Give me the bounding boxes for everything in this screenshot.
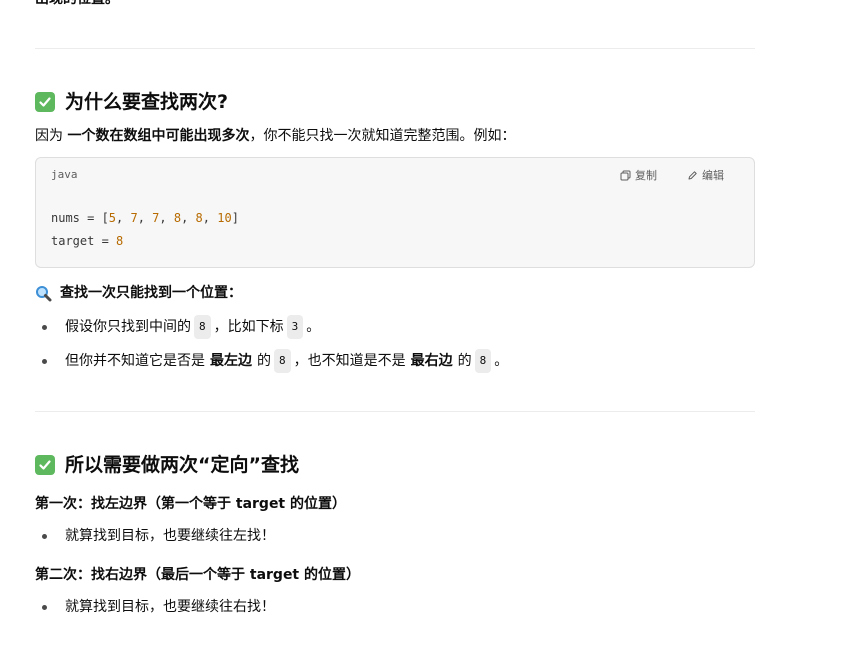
code-num: 5 bbox=[108, 211, 117, 225]
second-search-label: 第二次：找右边界（最后一个等于 target 的位置） bbox=[35, 567, 360, 583]
bullet-text: 就算找到目标，也要继续往左找！ bbox=[65, 528, 275, 544]
edit-button[interactable]: 编辑 bbox=[687, 167, 724, 183]
bullet-text: 假设你只找到中间的 bbox=[65, 319, 191, 335]
bullet-dot bbox=[42, 533, 47, 539]
code-num: 8 bbox=[116, 234, 124, 248]
intro-paragraph: 因为 一个数在数组中可能出现多次，你不能只找一次就知道完整范围。例如： bbox=[35, 125, 515, 147]
heading-text: 为什么要查找两次? bbox=[65, 91, 229, 113]
bullet-bold: 最右边 bbox=[410, 353, 453, 369]
code-target-var: target = bbox=[51, 234, 117, 248]
section-heading-why-twice: 为什么要查找两次? bbox=[35, 89, 228, 115]
divider bbox=[35, 48, 755, 49]
code-line-1: nums = [5, 7, 7, 8, 8, 10] bbox=[51, 211, 239, 225]
section-heading-two-directed-searches: 所以需要做两次“定向”查找 bbox=[35, 452, 299, 478]
inline-code: 8 bbox=[474, 349, 492, 373]
cut-off-text: 出现的位置。 bbox=[35, 0, 119, 10]
check-mark-icon bbox=[35, 455, 55, 475]
bullet-text: 但你并不知道它是否是 bbox=[65, 353, 205, 369]
bullet-text: 的 bbox=[457, 353, 472, 369]
bullet-text: 。 bbox=[306, 319, 321, 335]
code-num: 7 bbox=[152, 211, 160, 225]
magnifying-glass-icon bbox=[36, 285, 52, 301]
edit-label: 编辑 bbox=[702, 169, 724, 182]
code-language-label: java bbox=[51, 168, 78, 181]
bullet-dot bbox=[42, 358, 47, 364]
check-mark-icon bbox=[35, 92, 55, 112]
code-line-2: target = 8 bbox=[51, 232, 123, 250]
bullet-text: 就算找到目标，也要继续往右找！ bbox=[65, 599, 275, 615]
inline-code: 8 bbox=[194, 315, 211, 339]
code-num: 7 bbox=[130, 211, 138, 225]
divider bbox=[35, 411, 755, 412]
bullet-text: 。 bbox=[494, 353, 509, 369]
list-item: 就算找到目标，也要继续往左找！ bbox=[42, 525, 275, 547]
bullet-dot bbox=[42, 604, 47, 610]
inline-code: 8 bbox=[274, 349, 291, 373]
inline-code: 3 bbox=[286, 315, 304, 339]
code-num: 10 bbox=[217, 211, 232, 225]
bullet-dot bbox=[42, 324, 47, 330]
bullet-bold: 最左边 bbox=[210, 353, 252, 369]
code-nums-var: nums = [ bbox=[51, 211, 109, 225]
search-once-text: 查找一次只能找到一个位置： bbox=[60, 285, 242, 301]
bullet-text: ，比如下标 bbox=[213, 319, 284, 335]
first-search-label: 第一次：找左边界（第一个等于 target 的位置） bbox=[35, 496, 346, 512]
copy-button[interactable]: 复制 bbox=[620, 167, 657, 183]
copy-icon bbox=[620, 170, 631, 180]
list-item: 但你并不知道它是否是 最左边 的 8 ，也不知道是不是 最右边 的 8 。 bbox=[42, 349, 508, 373]
intro-suffix: ，你不能只找一次就知道完整范围。例如： bbox=[249, 128, 516, 144]
heading-text: 所以需要做两次“定向”查找 bbox=[65, 454, 299, 476]
search-once-heading: 查找一次只能找到一个位置： bbox=[35, 282, 242, 304]
code-num: 8 bbox=[173, 211, 182, 225]
bullet-text: 的 bbox=[257, 353, 271, 369]
list-item: 就算找到目标，也要继续往右找！ bbox=[42, 596, 275, 618]
code-block: java 复制 编辑 nums = [5, 7, 7, 8, 8, 10] ta… bbox=[35, 157, 755, 268]
bullet-text: ，也不知道是不是 bbox=[293, 353, 406, 369]
chat-answer-content: 出现的位置。 为什么要查找两次? 因为 一个数在数组中可能出现多次，你不能只找一… bbox=[0, 0, 842, 658]
list-item: 假设你只找到中间的 8 ，比如下标 3 。 bbox=[42, 315, 320, 339]
copy-label: 复制 bbox=[635, 169, 657, 182]
intro-prefix: 因为 bbox=[35, 128, 63, 144]
pencil-icon bbox=[688, 170, 697, 179]
intro-bold: 一个数在数组中可能出现多次 bbox=[67, 128, 250, 144]
code-num: 8 bbox=[195, 211, 203, 225]
